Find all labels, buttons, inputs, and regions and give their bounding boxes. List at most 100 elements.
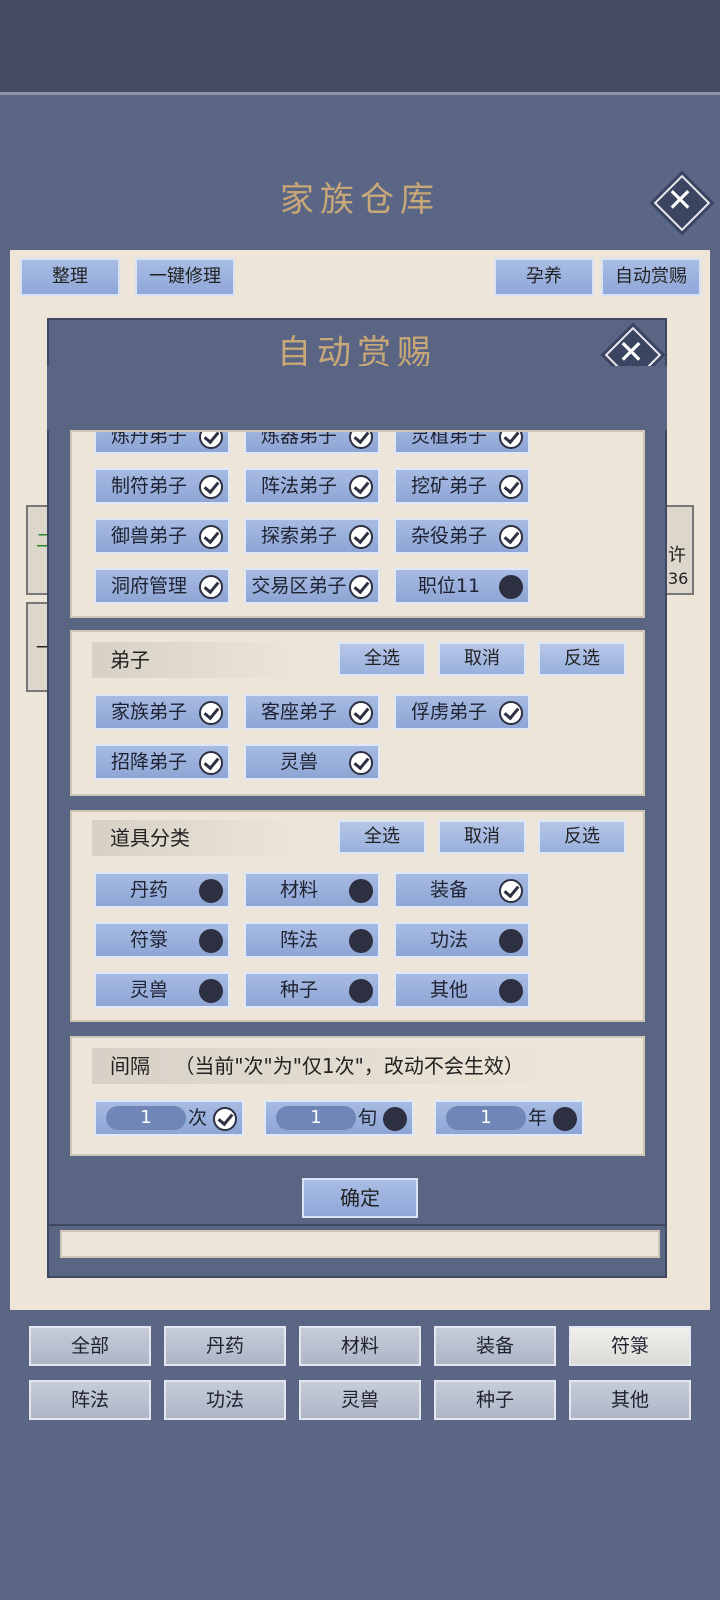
position-chip[interactable]: 御兽弟子 (94, 518, 230, 554)
items-select-all-button[interactable]: 全选 (338, 820, 426, 854)
top-bar (0, 0, 720, 95)
tab-spirit-beasts[interactable]: 灵兽 (299, 1380, 421, 1420)
warehouse-close-button[interactable]: ✕ (653, 174, 711, 232)
unchecked-icon (553, 1107, 577, 1131)
chip-label: 炼丹弟子 (110, 430, 187, 447)
interval-value[interactable]: 1 (446, 1106, 526, 1130)
position-chip[interactable]: 交易区弟子 (244, 568, 380, 604)
tab-techniques[interactable]: 功法 (164, 1380, 286, 1420)
chip-label: 客座弟子 (260, 701, 337, 723)
disciples-invert-button[interactable]: 反选 (538, 642, 626, 676)
position-chip[interactable]: 灵植弟子 (394, 432, 530, 454)
category-chip[interactable]: 材料 (244, 872, 380, 908)
tab-formations[interactable]: 阵法 (29, 1380, 151, 1420)
tab-seeds[interactable]: 种子 (434, 1380, 556, 1420)
items-cancel-button[interactable]: 取消 (438, 820, 526, 854)
interval-unit: 旬 (358, 1107, 378, 1129)
checked-icon (199, 475, 223, 499)
checked-icon (499, 879, 523, 903)
tab-all[interactable]: 全部 (29, 1326, 151, 1366)
confirm-button[interactable]: 确定 (302, 1178, 418, 1218)
disciples-select-all-button[interactable]: 全选 (338, 642, 426, 676)
chip-label: 种子 (279, 979, 318, 1001)
chip-label: 制符弟子 (110, 475, 187, 497)
unchecked-icon (199, 929, 223, 953)
checked-icon (499, 475, 523, 499)
checked-icon (213, 1107, 237, 1131)
disciples-section: 弟子 全选 取消 反选 家族弟子 客座弟子 俘虏弟子 招降弟子 灵兽 (70, 630, 645, 796)
interval-year-option[interactable]: 1 年 (434, 1100, 584, 1136)
breed-button[interactable]: 孕养 (494, 258, 594, 296)
tab-materials[interactable]: 材料 (299, 1326, 421, 1366)
dialog-bottom-strip (60, 1230, 660, 1258)
tidy-button[interactable]: 整理 (20, 258, 120, 296)
category-chip[interactable]: 功法 (394, 922, 530, 958)
position-chip[interactable]: 炼器弟子 (244, 432, 380, 454)
chip-label: 御兽弟子 (110, 525, 187, 547)
checked-icon (349, 701, 373, 725)
warehouse-title: 家族仓库 (280, 180, 440, 220)
category-chip[interactable]: 阵法 (244, 922, 380, 958)
disciple-chip[interactable]: 客座弟子 (244, 694, 380, 730)
disciples-header: 弟子 (92, 642, 302, 678)
tab-others[interactable]: 其他 (569, 1380, 691, 1420)
category-chip[interactable]: 符箓 (94, 922, 230, 958)
tab-equipment[interactable]: 装备 (434, 1326, 556, 1366)
close-icon: ✕ (666, 181, 694, 219)
chip-label: 装备 (429, 879, 468, 901)
slot-count: 36 (668, 569, 689, 588)
checked-icon (199, 432, 223, 449)
interval-value[interactable]: 1 (276, 1106, 356, 1130)
category-chip[interactable]: 装备 (394, 872, 530, 908)
chip-label: 俘虏弟子 (410, 701, 487, 723)
category-chip[interactable]: 其他 (394, 972, 530, 1008)
positions-section: 炼丹弟子 炼器弟子 灵植弟子 制符弟子 阵法弟子 挖矿弟子 御兽弟子 探索弟子 … (70, 430, 645, 618)
interval-note: （当前"次"为"仅1次"，改动不会生效） (174, 1054, 524, 1078)
checked-icon (499, 701, 523, 725)
position-chip[interactable]: 职位11 (394, 568, 530, 604)
disciple-chip[interactable]: 招降弟子 (94, 744, 230, 780)
position-chip[interactable]: 制符弟子 (94, 468, 230, 504)
unchecked-icon (199, 979, 223, 1003)
position-chip[interactable]: 杂役弟子 (394, 518, 530, 554)
category-chip[interactable]: 种子 (244, 972, 380, 1008)
interval-times-option[interactable]: 1 次 (94, 1100, 244, 1136)
disciples-cancel-button[interactable]: 取消 (438, 642, 526, 676)
position-chip[interactable]: 洞府管理 (94, 568, 230, 604)
interval-value[interactable]: 1 (106, 1106, 186, 1130)
disciple-chip[interactable]: 灵兽 (244, 744, 380, 780)
chip-label: 灵兽 (279, 751, 318, 773)
position-chip[interactable]: 阵法弟子 (244, 468, 380, 504)
interval-xun-option[interactable]: 1 旬 (264, 1100, 414, 1136)
tab-pills[interactable]: 丹药 (164, 1326, 286, 1366)
unchecked-icon (499, 979, 523, 1003)
unchecked-icon (349, 979, 373, 1003)
chip-label: 丹药 (129, 879, 168, 901)
category-chip[interactable]: 丹药 (94, 872, 230, 908)
checked-icon (199, 751, 223, 775)
interval-section: 间隔 （当前"次"为"仅1次"，改动不会生效） 1 次 1 旬 1 年 (70, 1036, 645, 1156)
chip-label: 家族弟子 (110, 701, 187, 723)
slot-text: 许 (668, 545, 686, 566)
chip-label: 符箓 (129, 929, 168, 951)
position-chip[interactable]: 炼丹弟子 (94, 430, 230, 454)
unchecked-icon (349, 929, 373, 953)
position-chip[interactable]: 挖矿弟子 (394, 468, 530, 504)
item-slot[interactable]: 许 36 (664, 505, 694, 595)
checked-icon (199, 701, 223, 725)
interval-unit: 年 (528, 1107, 548, 1129)
position-chip[interactable]: 探索弟子 (244, 518, 380, 554)
unchecked-icon (383, 1107, 407, 1131)
tab-talismans[interactable]: 符箓 (569, 1326, 691, 1366)
item-category-header: 道具分类 (92, 820, 302, 856)
checked-icon (349, 475, 373, 499)
auto-reward-button[interactable]: 自动赏赐 (601, 258, 701, 296)
repair-all-button[interactable]: 一键修理 (135, 258, 235, 296)
chip-label: 探索弟子 (260, 525, 337, 547)
item-category-section: 道具分类 全选 取消 反选 丹药 材料 装备 符箓 阵法 功法 灵兽 种子 其他 (70, 810, 645, 1022)
items-invert-button[interactable]: 反选 (538, 820, 626, 854)
chip-label: 其他 (429, 979, 468, 1001)
disciple-chip[interactable]: 家族弟子 (94, 694, 230, 730)
category-chip[interactable]: 灵兽 (94, 972, 230, 1008)
disciple-chip[interactable]: 俘虏弟子 (394, 694, 530, 730)
